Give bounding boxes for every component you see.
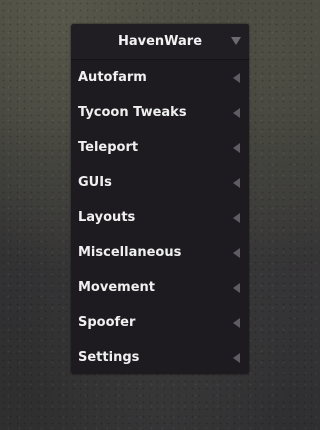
menu-item-spoofer[interactable]: Spoofer	[71, 305, 249, 340]
menu-item-tycoon-tweaks[interactable]: Tycoon Tweaks	[71, 95, 249, 130]
menu-item-label: Miscellaneous	[78, 245, 182, 260]
menu-header[interactable]: HavenWare	[71, 24, 249, 60]
caret-down-icon[interactable]	[231, 37, 241, 45]
menu-item-guis[interactable]: GUIs	[71, 165, 249, 200]
menu-item-label: Autofarm	[78, 70, 147, 85]
caret-left-icon	[233, 73, 240, 83]
caret-left-icon	[233, 178, 240, 188]
menu-item-label: Movement	[78, 280, 155, 295]
menu-item-settings[interactable]: Settings	[71, 340, 249, 374]
menu-item-movement[interactable]: Movement	[71, 270, 249, 305]
menu-item-label: Settings	[78, 350, 140, 365]
menu-item-label: Layouts	[78, 210, 136, 225]
menu-item-label: GUIs	[78, 175, 112, 190]
caret-left-icon	[233, 143, 240, 153]
menu-list: Autofarm Tycoon Tweaks Teleport GUIs Lay…	[71, 60, 249, 374]
menu-item-label: Spoofer	[78, 315, 136, 330]
caret-left-icon	[233, 248, 240, 258]
menu-item-label: Tycoon Tweaks	[78, 105, 187, 120]
menu-item-layouts[interactable]: Layouts	[71, 200, 249, 235]
menu-item-teleport[interactable]: Teleport	[71, 130, 249, 165]
menu-item-label: Teleport	[78, 140, 139, 155]
caret-left-icon	[233, 283, 240, 293]
menu-title: HavenWare	[117, 34, 203, 49]
caret-left-icon	[233, 108, 240, 118]
menu-item-autofarm[interactable]: Autofarm	[71, 60, 249, 95]
menu-item-miscellaneous[interactable]: Miscellaneous	[71, 235, 249, 270]
havenware-menu: HavenWare Autofarm Tycoon Tweaks Telepor…	[71, 24, 249, 374]
caret-left-icon	[233, 353, 240, 363]
caret-left-icon	[233, 213, 240, 223]
caret-left-icon	[233, 318, 240, 328]
